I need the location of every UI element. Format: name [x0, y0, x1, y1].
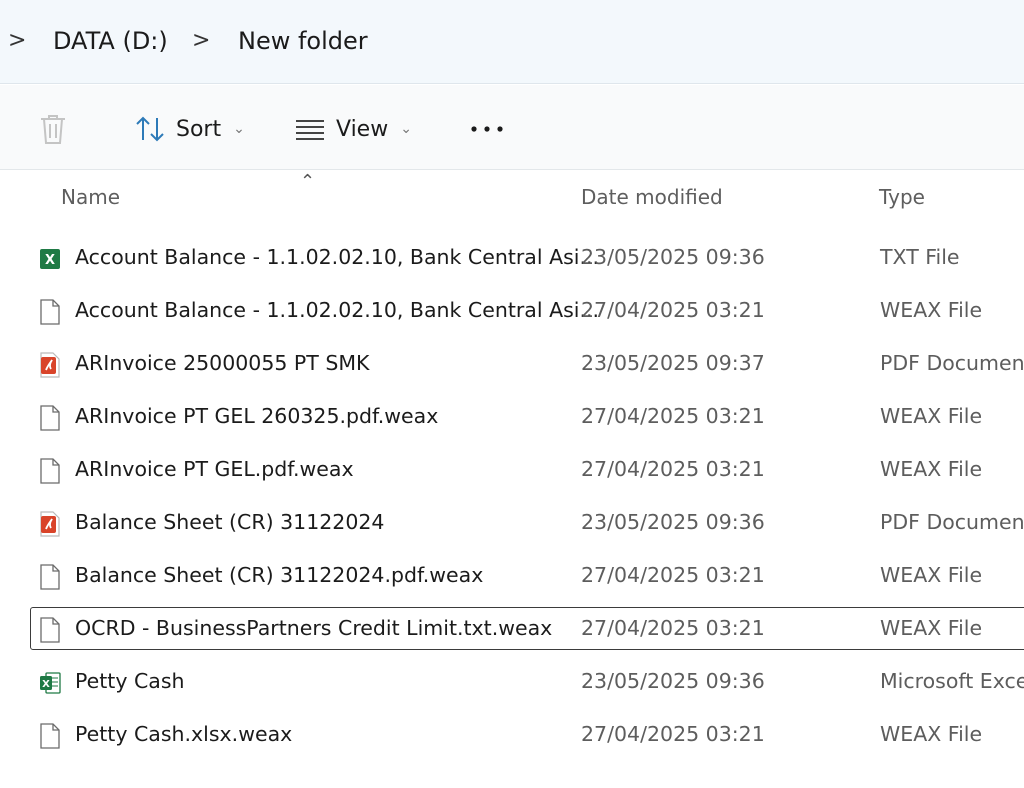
breadcrumb-chevron-icon[interactable]: > [8, 26, 26, 56]
chevron-down-icon: ⌄ [233, 121, 245, 137]
file-name: Petty Cash.xlsx.weax [75, 722, 293, 746]
pdf-icon [39, 352, 61, 378]
file-name: OCRD - BusinessPartners Credit Limit.txt… [75, 616, 553, 640]
file-icon [39, 458, 61, 484]
view-lines-icon [296, 120, 324, 140]
view-button[interactable]: View ⌄ [294, 109, 412, 149]
file-name: Balance Sheet (CR) 31122024 [75, 510, 385, 534]
sort-ascending-icon: ⌃ [300, 171, 316, 192]
file-name: ARInvoice PT GEL 260325.pdf.weax [75, 404, 439, 428]
pdf-icon [39, 511, 61, 537]
file-type: WEAX File [880, 722, 983, 746]
file-row[interactable]: Balance Sheet (CR) 31122024 23/05/2025 0… [30, 501, 1024, 544]
excel-sheet-icon: X [39, 670, 61, 696]
file-date-modified: 27/04/2025 03:21 [581, 457, 765, 481]
file-row[interactable]: ARInvoice PT GEL.pdf.weax 27/04/2025 03:… [30, 448, 1024, 491]
command-bar: Sort ⌄ View ⌄ [0, 85, 1024, 170]
file-name: ARInvoice PT GEL.pdf.weax [75, 457, 354, 481]
breadcrumb-item-data-drive[interactable]: DATA (D:) [53, 26, 168, 56]
trash-icon [41, 115, 65, 144]
file-name: Petty Cash [75, 669, 185, 693]
sort-button[interactable]: Sort ⌄ [134, 109, 245, 149]
more-dots-icon [471, 126, 503, 132]
file-row[interactable]: Account Balance - 1.1.02.02.10, Bank Cen… [30, 289, 1024, 332]
file-type: WEAX File [880, 616, 983, 640]
column-header-name[interactable]: Name [61, 185, 120, 209]
file-date-modified: 23/05/2025 09:36 [581, 245, 765, 269]
svg-text:X: X [42, 679, 50, 690]
svg-text:X: X [45, 253, 55, 268]
chevron-down-icon: ⌄ [400, 121, 412, 137]
file-date-modified: 27/04/2025 03:21 [581, 298, 765, 322]
sort-label: Sort [176, 116, 222, 142]
file-row[interactable]: ARInvoice 25000055 PT SMK 23/05/2025 09:… [30, 342, 1024, 385]
column-header-row: ⌃ Name Date modified Type [0, 171, 1024, 221]
file-date-modified: 27/04/2025 03:21 [581, 404, 765, 428]
file-row[interactable]: X Petty Cash 23/05/2025 09:36 Microsoft … [30, 660, 1024, 703]
file-type: Microsoft Excel [880, 669, 1024, 693]
breadcrumb-chevron-icon[interactable]: > [192, 26, 210, 56]
file-date-modified: 27/04/2025 03:21 [581, 722, 765, 746]
file-date-modified: 23/05/2025 09:37 [581, 351, 765, 375]
file-date-modified: 27/04/2025 03:21 [581, 563, 765, 587]
breadcrumb-item-new-folder[interactable]: New folder [238, 26, 368, 56]
file-name: Account Balance - 1.1.02.02.10, Bank Cen… [75, 298, 600, 322]
file-icon [39, 617, 61, 643]
file-type: PDF Document [880, 351, 1024, 375]
file-icon [39, 723, 61, 749]
file-type: PDF Document [880, 510, 1024, 534]
file-row[interactable]: Petty Cash.xlsx.weax 27/04/2025 03:21 WE… [30, 713, 1024, 756]
file-name: Account Balance - 1.1.02.02.10, Bank Cen… [75, 245, 600, 269]
file-type: WEAX File [880, 457, 983, 481]
column-header-date-modified[interactable]: Date modified [581, 185, 723, 209]
file-row[interactable]: X Account Balance - 1.1.02.02.10, Bank C… [30, 236, 1024, 279]
file-row-focused[interactable]: OCRD - BusinessPartners Credit Limit.txt… [30, 607, 1024, 650]
column-header-type[interactable]: Type [879, 185, 925, 209]
more-options-button[interactable] [470, 109, 504, 149]
file-date-modified: 27/04/2025 03:21 [581, 616, 765, 640]
file-icon [39, 299, 61, 325]
file-type: WEAX File [880, 563, 983, 587]
file-row[interactable]: Balance Sheet (CR) 31122024.pdf.weax 27/… [30, 554, 1024, 597]
file-date-modified: 23/05/2025 09:36 [581, 510, 765, 534]
file-row[interactable]: ARInvoice PT GEL 260325.pdf.weax 27/04/2… [30, 395, 1024, 438]
file-type: TXT File [880, 245, 960, 269]
file-name: Balance Sheet (CR) 31122024.pdf.weax [75, 563, 484, 587]
file-icon [39, 564, 61, 590]
sort-arrows-icon [136, 116, 164, 142]
view-label: View [336, 116, 389, 142]
file-type: WEAX File [880, 298, 983, 322]
delete-button[interactable] [38, 109, 68, 149]
file-date-modified: 23/05/2025 09:36 [581, 669, 765, 693]
file-icon [39, 405, 61, 431]
excel-icon: X [39, 246, 61, 272]
address-bar[interactable]: > DATA (D:) > New folder [0, 0, 1024, 84]
file-type: WEAX File [880, 404, 983, 428]
file-name: ARInvoice 25000055 PT SMK [75, 351, 370, 375]
